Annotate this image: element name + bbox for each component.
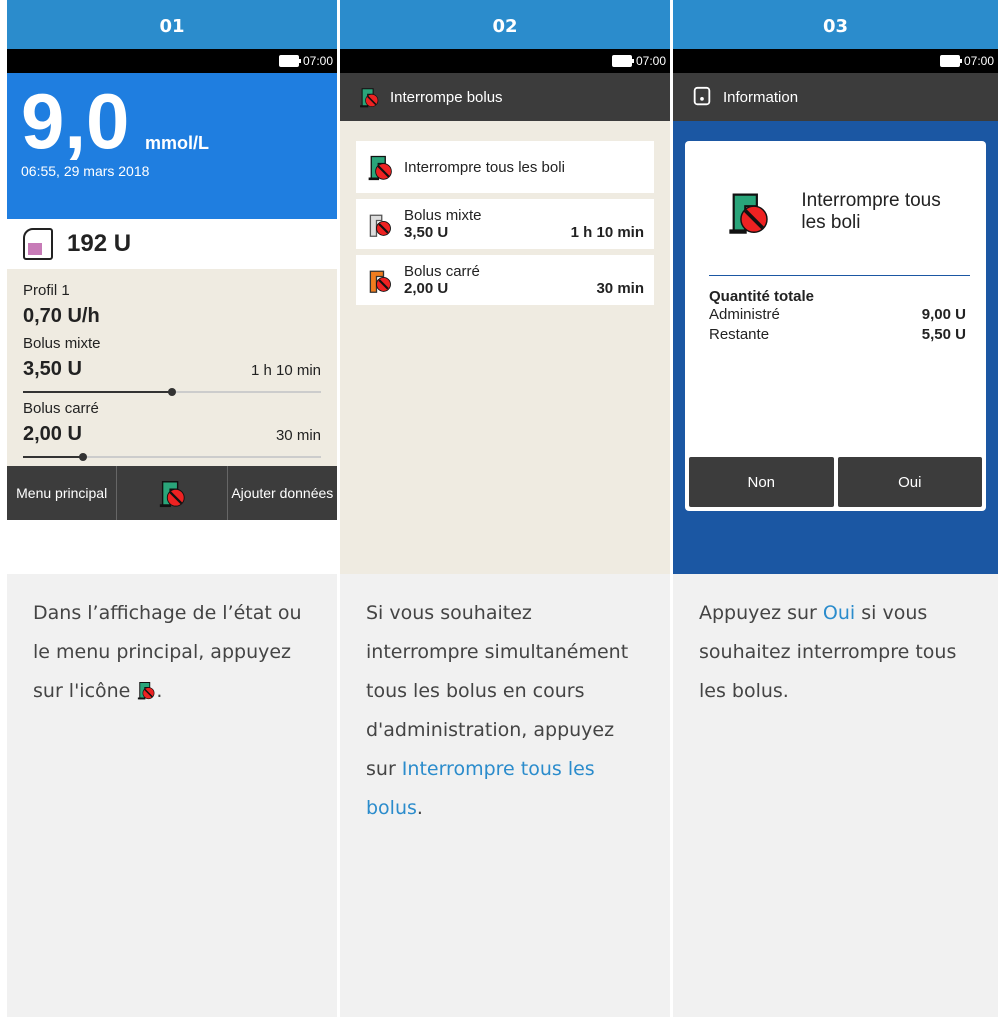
screen-title-bar: Information — [673, 73, 998, 121]
bolus-mixte-item[interactable]: Bolus mixte 3,50 U 1 h 10 min — [356, 199, 654, 249]
bolus-carre-progress-dot — [78, 453, 87, 461]
reservoir-icon — [23, 228, 53, 260]
status-bar: 07:00 — [7, 49, 337, 73]
battery-icon — [611, 55, 634, 67]
description-text-end: . — [156, 680, 163, 702]
bolus-name: Bolus carré — [404, 263, 480, 280]
bolus-carre-progress-fill — [23, 456, 83, 458]
profile-label: Profil 1 — [23, 282, 70, 299]
bolus-mixte-progress — [23, 388, 321, 396]
bolus-list: Interrompre tous les boli Bolus mixte 3,… — [340, 121, 670, 574]
dialog-buttons: Non Oui — [689, 457, 982, 507]
main-menu-button[interactable]: Menu principal — [7, 466, 118, 520]
stop-all-bolus-item[interactable]: Interrompre tous les boli — [356, 141, 654, 193]
step-2-description: Si vous souhaitez interrompre simultaném… — [340, 574, 670, 1017]
bolus-carre-time: 30 min — [275, 427, 321, 444]
bolus-mixte-time: 1 h 10 min — [250, 362, 321, 379]
glucose-panel[interactable]: 9,0 mmol/L 06:55, 29 mars 2018 — [7, 73, 337, 219]
clock: 07:00 — [635, 54, 666, 68]
screen-title: Information — [723, 88, 799, 106]
step-1-description: Dans l’affichage de l’état ou le menu pr… — [7, 574, 337, 1017]
remaining-label: Restante — [709, 326, 770, 343]
dialog-backdrop: Interrompre tous les boli Quantité total… — [673, 121, 998, 574]
step-1-column: 01 07:00 9,0 mmol/L 06:55, 29 mars 2018 … — [7, 0, 337, 1017]
glucose-datetime: 06:55, 29 mars 2018 — [21, 163, 150, 179]
multiwave-bolus-icon — [366, 210, 394, 238]
bolus-mixte-row: 3,50 U 1 h 10 min — [23, 358, 321, 381]
bolus-time: 1 h 10 min — [570, 224, 644, 241]
dialog-title: Interrompre tous les boli — [801, 190, 941, 233]
description-text-end: . — [416, 797, 423, 819]
bolus-mixte-label: Bolus mixte — [23, 335, 101, 352]
bolus-carre-item[interactable]: Bolus carré 2,00 U 30 min — [356, 255, 654, 305]
description-text: Dans l’affichage de l’état ou le menu pr… — [33, 602, 302, 702]
step-3-description: Appuyez sur Oui si vous souhaitez interr… — [673, 574, 998, 1017]
reservoir-row[interactable]: 192 U — [7, 219, 337, 269]
step-number: 03 — [673, 0, 998, 49]
profile-rate-row: 0,70 U/h — [23, 305, 321, 328]
bolus-name: Bolus mixte — [404, 207, 482, 224]
yes-link[interactable]: Oui — [823, 602, 855, 624]
bolus-amount: 2,00 U — [404, 280, 449, 297]
pump-screen-status: 07:00 9,0 mmol/L 06:55, 29 mars 2018 192… — [7, 49, 337, 574]
clock: 07:00 — [963, 54, 994, 68]
bolus-carre-row: 2,00 U 30 min — [23, 423, 321, 446]
add-data-button[interactable]: Ajouter données — [228, 466, 337, 520]
yes-button[interactable]: Oui — [837, 457, 982, 507]
battery-icon — [939, 55, 962, 67]
administered-label: Administré — [709, 306, 780, 323]
bolus-carre-label: Bolus carré — [23, 400, 99, 417]
stop-bolus-icon — [725, 184, 771, 240]
stop-bolus-button[interactable] — [117, 466, 228, 520]
screen-title-bar: Interrompe bolus — [340, 73, 670, 121]
stop-bolus-icon — [358, 86, 380, 108]
step-number: 01 — [7, 0, 337, 49]
pump-screen-stop-bolus: 07:00 Interrompe bolus Interrompre tous … — [340, 49, 670, 574]
bolus-time: 30 min — [596, 280, 644, 297]
step-number: 02 — [340, 0, 670, 49]
confirm-dialog: Interrompre tous les boli Quantité total… — [685, 141, 986, 511]
dialog-header: Interrompre tous les boli — [685, 141, 986, 257]
bolus-carre-value: 2,00 U — [23, 423, 82, 445]
stop-bolus-icon — [366, 153, 394, 181]
bolus-mixte-value: 3,50 U — [23, 358, 82, 380]
extended-bolus-icon — [366, 266, 394, 294]
glucose-value: 9,0 — [21, 77, 130, 165]
reservoir-value: 192 U — [67, 230, 132, 257]
stop-bolus-icon — [157, 478, 187, 508]
no-button[interactable]: Non — [689, 457, 834, 507]
step-2-column: 02 07:00 Interrompe bolus Interrompre to… — [340, 0, 670, 1017]
info-icon — [693, 86, 711, 106]
status-bar: 07:00 — [340, 49, 670, 73]
bolus-carre-progress — [23, 453, 321, 461]
screen-title: Interrompe bolus — [390, 88, 503, 106]
stop-bolus-icon — [136, 680, 156, 700]
pump-screen-information: 07:00 Information Interrompre tous les b… — [673, 49, 998, 574]
description-text: Si vous souhaitez interrompre simultaném… — [366, 602, 629, 780]
battery-icon — [278, 55, 301, 67]
administered-value: 9,00 U — [921, 306, 966, 323]
stop-all-label: Interrompre tous les boli — [404, 158, 565, 176]
remaining-value: 5,50 U — [921, 326, 966, 343]
dialog-details: Quantité totale Administré 9,00 U Restant… — [685, 276, 986, 345]
total-label: Quantité totale — [709, 288, 815, 305]
profile-rate: 0,70 U/h — [23, 305, 100, 327]
bolus-mixte-progress-fill — [23, 391, 172, 393]
bottom-bar: Menu principal Ajouter données — [7, 466, 337, 520]
bolus-amount: 3,50 U — [404, 224, 449, 241]
delivery-panel: Profil 1 0,70 U/h Bolus mixte 3,50 U 1 h… — [7, 269, 337, 520]
glucose-unit: mmol/L — [145, 133, 210, 153]
status-bar: 07:00 — [673, 49, 998, 73]
description-text: Appuyez sur — [699, 602, 823, 624]
clock: 07:00 — [302, 54, 333, 68]
bolus-mixte-progress-dot — [168, 388, 176, 396]
step-3-column: 03 07:00 Information Interrompre tous le… — [673, 0, 998, 1017]
